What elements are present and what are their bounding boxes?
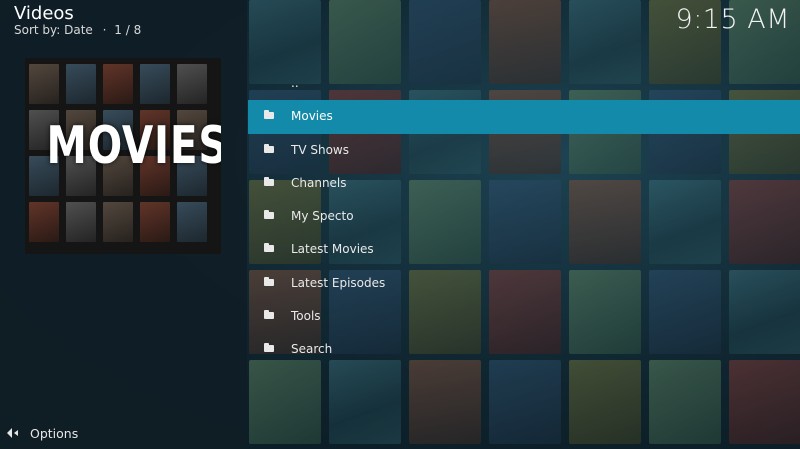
folder-icon: [264, 343, 274, 353]
folder-icon: [264, 243, 274, 253]
list-item-label: Channels: [291, 175, 347, 190]
list-item-label: Latest Episodes: [291, 275, 386, 290]
file-list: .. Movies TV Shows Channels My Specto La…: [248, 67, 800, 367]
thumbnail-label: MOVIES: [46, 116, 221, 176]
options-label: Options: [30, 425, 79, 441]
folder-icon: [264, 310, 274, 320]
list-item-label: ..: [291, 76, 299, 90]
background-poster: [329, 360, 401, 444]
thumbnail-poster: [29, 64, 59, 104]
thumbnail-poster: [66, 64, 96, 104]
list-item-label: Search: [291, 342, 333, 357]
list-item-movies[interactable]: Movies: [248, 100, 800, 134]
thumbnail-poster: [177, 202, 207, 242]
folder-icon: [264, 276, 274, 287]
thumbnail-poster: [103, 202, 133, 242]
list-item-tv-shows[interactable]: TV Shows: [248, 134, 800, 167]
thumbnail-poster: [66, 202, 96, 242]
background-poster: [249, 360, 321, 444]
list-item-label: Movies: [291, 109, 333, 124]
arrows-icon: [6, 425, 22, 441]
page-indicator: 1 / 8: [114, 23, 142, 37]
folder-icon: [264, 143, 274, 154]
category-thumbnail: MOVIES: [25, 58, 221, 254]
background-poster: [409, 360, 481, 444]
thumbnail-poster: [140, 64, 170, 104]
list-item-label: TV Shows: [291, 142, 349, 157]
folder-icon: [264, 210, 274, 220]
clock: 9:15 AM: [675, 4, 790, 35]
options-button[interactable]: Options: [6, 424, 78, 442]
folder-icon: [264, 176, 274, 187]
folder-icon: [264, 110, 274, 120]
thumbnail-poster: [29, 202, 59, 242]
thumbnail-poster: [177, 64, 207, 104]
background-poster: [489, 360, 561, 444]
background-poster: [569, 360, 641, 444]
background-poster: [649, 360, 721, 444]
separator: ·: [102, 23, 107, 37]
window-title: Videos: [14, 3, 74, 24]
background-poster: [729, 360, 800, 444]
list-item-latest-episodes[interactable]: Latest Episodes: [248, 267, 800, 300]
sort-label[interactable]: Sort by: Date: [14, 23, 93, 37]
list-item-label: My Specto: [291, 209, 354, 224]
list-item-my-specto[interactable]: My Specto: [248, 200, 800, 233]
list-item-parent[interactable]: ..: [248, 67, 800, 100]
list-item-latest-movies[interactable]: Latest Movies: [248, 233, 800, 266]
list-item-channels[interactable]: Channels: [248, 167, 800, 200]
list-item-tools[interactable]: Tools: [248, 300, 800, 333]
sort-info: Sort by: Date · 1 / 8: [14, 23, 141, 37]
list-item-label: Latest Movies: [291, 242, 374, 257]
left-info-panel: MOVIES: [0, 0, 247, 449]
list-item-search[interactable]: Search: [248, 333, 800, 366]
thumbnail-poster: [140, 202, 170, 242]
thumbnail-poster: [103, 64, 133, 104]
list-item-label: Tools: [291, 309, 321, 324]
